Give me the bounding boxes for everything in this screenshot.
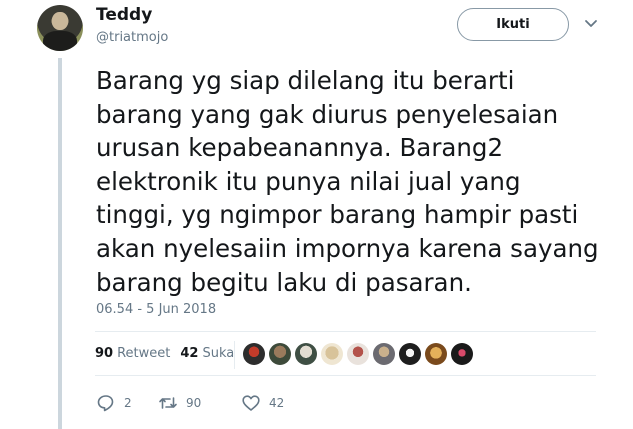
chevron-down-icon[interactable] <box>583 15 599 31</box>
liker-avatar[interactable] <box>399 343 421 365</box>
liker-avatar[interactable] <box>373 343 395 365</box>
divider <box>95 331 596 332</box>
retweet-count: 90 <box>186 396 202 410</box>
reply-action[interactable]: 2 <box>96 393 158 413</box>
tweet-line: barang begitu laku di pasaran. <box>96 267 472 297</box>
tweet-line: barang yang gak diurus penyelesaian <box>96 99 559 129</box>
like-stat-count: 42 <box>180 346 199 361</box>
liker-avatar[interactable] <box>243 343 265 365</box>
heart-icon <box>242 395 260 411</box>
liker-avatar[interactable] <box>321 343 343 365</box>
tweet-line: akan nyelesaiin impornya karena sayang <box>96 233 599 263</box>
like-action[interactable]: 42 <box>241 393 301 413</box>
liker-avatar[interactable] <box>269 343 291 365</box>
like-stat-label: Suka <box>202 346 235 361</box>
like-count: 42 <box>269 396 285 410</box>
tweet-stats: 90 Retweet 42 Suka <box>95 346 234 361</box>
stats-separator <box>234 341 235 369</box>
thread-line <box>58 58 62 429</box>
retweet-stat[interactable]: 90 Retweet <box>95 346 170 361</box>
tweet-line: Barang yg siap dilelang itu berarti <box>96 66 515 95</box>
tweet-line: tinggi, yg ngimpor barang hampir pasti <box>96 200 579 230</box>
tweet-actions: 2 90 42 <box>96 393 301 413</box>
avatar[interactable] <box>37 5 83 51</box>
reply-count: 2 <box>124 396 132 410</box>
divider <box>95 375 596 376</box>
tweet-text: Barang yg siap dilelang itu berarti bara… <box>96 64 616 299</box>
retweet-icon <box>159 397 177 409</box>
user-handle[interactable]: @triatmojo <box>96 30 168 45</box>
reply-icon <box>97 395 114 412</box>
retweet-stat-label: Retweet <box>117 346 171 361</box>
liker-avatar[interactable] <box>425 343 447 365</box>
avatar-body <box>43 31 77 51</box>
tweet-line: urusan kepabeanannya. Barang2 <box>96 133 504 163</box>
follow-button[interactable]: Ikuti <box>457 8 569 41</box>
tweet-line: elektronik itu punya nilai jual yang <box>96 166 521 196</box>
liker-avatars <box>243 343 473 365</box>
liker-avatar[interactable] <box>347 343 369 365</box>
like-stat[interactable]: 42 Suka <box>180 346 234 361</box>
liker-avatar[interactable] <box>295 343 317 365</box>
tweet-timestamp[interactable]: 06.54 - 5 Jun 2018 <box>96 302 216 317</box>
liker-avatar[interactable] <box>451 343 473 365</box>
retweet-action[interactable]: 90 <box>158 393 241 413</box>
user-name[interactable]: Teddy <box>96 5 152 25</box>
retweet-stat-count: 90 <box>95 346 114 361</box>
avatar-face <box>52 12 68 30</box>
